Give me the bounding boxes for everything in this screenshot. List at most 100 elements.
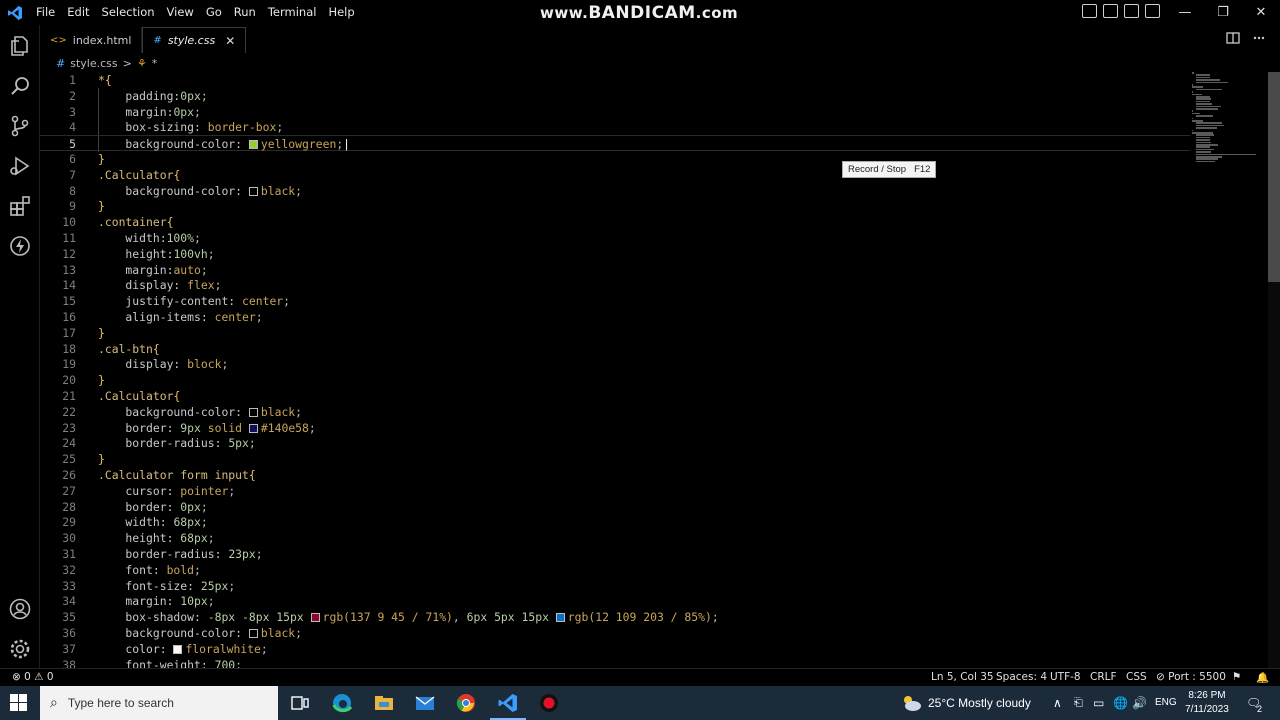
code-line[interactable]: 16 align-items: center; xyxy=(40,309,1190,325)
accounts-icon[interactable] xyxy=(8,597,32,621)
code-line[interactable]: 37 color: floralwhite; xyxy=(40,641,1190,657)
line-ending[interactable]: CRLF xyxy=(1090,671,1117,683)
code-line[interactable]: 25} xyxy=(40,451,1190,467)
code-line[interactable]: 8 background-color: black; xyxy=(40,183,1190,199)
language-indicator[interactable]: ENG xyxy=(1155,686,1177,720)
battery-icon[interactable]: ▭ xyxy=(1093,686,1104,720)
code-line[interactable]: 38 font-weight: 700; xyxy=(40,657,1190,668)
minimap[interactable] xyxy=(1192,72,1262,172)
menu-terminal[interactable]: Terminal xyxy=(262,0,323,25)
code-line[interactable]: 10 .container{ xyxy=(40,214,1190,230)
breadcrumb-symbol[interactable]: * xyxy=(152,57,158,70)
color-swatch[interactable] xyxy=(248,407,258,417)
code-line[interactable]: 13 margin:auto; xyxy=(40,262,1190,278)
code-line[interactable]: 14 display: flex; xyxy=(40,277,1190,293)
vscode-taskbar-icon[interactable] xyxy=(497,692,519,714)
weather-text[interactable]: 25°C Mostly cloudy xyxy=(928,686,1031,720)
problems-indicator[interactable]: ⊗ 0 ⚠ 0 xyxy=(12,671,54,683)
chrome-icon[interactable] xyxy=(455,692,477,714)
code-line[interactable]: 30 height: 68px; xyxy=(40,530,1190,546)
scrollbar-thumb[interactable] xyxy=(1268,72,1280,282)
code-line[interactable]: 2 padding:0px; xyxy=(40,88,1190,104)
task-view-icon[interactable] xyxy=(289,692,311,714)
code-line[interactable]: 15 justify-content: center; xyxy=(40,293,1190,309)
taskbar-search[interactable]: ⌕ Type here to search xyxy=(40,686,278,720)
file-explorer-icon[interactable] xyxy=(373,692,395,714)
minimize-button[interactable]: — xyxy=(1166,0,1204,25)
edge-browser-icon[interactable] xyxy=(331,692,353,714)
code-line[interactable]: 12 height:100vh; xyxy=(40,246,1190,262)
network-globe-icon[interactable]: 🌐 xyxy=(1113,686,1128,720)
code-line[interactable]: 18 .cal-btn{ xyxy=(40,341,1190,357)
code-line[interactable]: 22 background-color: black; xyxy=(40,404,1190,420)
thunder-client-icon[interactable] xyxy=(8,234,32,258)
code-line[interactable]: 36 background-color: black; xyxy=(40,625,1190,641)
mail-icon[interactable] xyxy=(414,692,436,714)
code-line[interactable]: 21 .Calculator{ xyxy=(40,388,1190,404)
split-editor-icon[interactable] xyxy=(1226,31,1240,45)
color-swatch[interactable] xyxy=(248,423,258,433)
code-line[interactable]: 5 background-color: yellowgreen;| xyxy=(40,135,1190,152)
language-mode[interactable]: CSS xyxy=(1126,671,1147,683)
notifications-bell-icon[interactable]: 🔔 xyxy=(1256,671,1269,684)
code-line[interactable]: 28 border: 0px; xyxy=(40,499,1190,515)
menu-go[interactable]: Go xyxy=(200,0,228,25)
meet-now-icon[interactable]: ⎗ xyxy=(1074,686,1083,720)
feedback-icon[interactable]: ⚑ xyxy=(1232,671,1241,683)
code-line[interactable]: 33 font-size: 25px; xyxy=(40,578,1190,594)
search-icon[interactable] xyxy=(8,74,32,98)
code-line[interactable]: 4 box-sizing: border-box; xyxy=(40,119,1190,135)
tab-index-html[interactable]: <> index.html xyxy=(40,27,143,53)
menu-file[interactable]: File xyxy=(30,0,61,25)
code-line[interactable]: 20} xyxy=(40,372,1190,388)
color-swatch[interactable] xyxy=(248,140,258,150)
bandicam-record-icon[interactable] xyxy=(538,692,560,714)
show-hidden-icons-chevron-icon[interactable]: ∧ xyxy=(1053,686,1062,720)
windows-start-icon[interactable] xyxy=(10,694,28,712)
code-line[interactable]: 1 *{ xyxy=(40,72,1190,88)
code-line[interactable]: 27 cursor: pointer; xyxy=(40,483,1190,499)
menu-help[interactable]: Help xyxy=(322,0,360,25)
code-line[interactable]: 9} xyxy=(40,198,1190,214)
close-window-button[interactable]: ✕ xyxy=(1242,0,1280,25)
code-line[interactable]: 31 border-radius: 23px; xyxy=(40,546,1190,562)
close-tab-icon[interactable]: ✕ xyxy=(225,34,235,48)
toggle-panel-icon[interactable] xyxy=(1103,4,1118,18)
code-editor[interactable]: 1 *{2 padding:0px; 3 margin:0px; 4 box-sizi… xyxy=(40,72,1268,668)
encoding[interactable]: UTF-8 xyxy=(1050,671,1081,683)
code-line[interactable]: 34 margin: 10px; xyxy=(40,593,1190,609)
code-line[interactable]: 29 width: 68px; xyxy=(40,514,1190,530)
color-swatch[interactable] xyxy=(248,186,258,196)
color-swatch[interactable] xyxy=(555,613,565,623)
run-debug-icon[interactable] xyxy=(8,154,32,178)
volume-speaker-icon[interactable]: 🔊 xyxy=(1132,686,1147,720)
code-line[interactable]: 6} xyxy=(40,151,1190,167)
code-line[interactable]: 24 border-radius: 5px; xyxy=(40,435,1190,451)
explorer-icon[interactable] xyxy=(8,34,32,58)
menu-view[interactable]: View xyxy=(161,0,200,25)
extensions-icon[interactable] xyxy=(8,194,32,218)
color-swatch[interactable] xyxy=(173,644,183,654)
color-swatch[interactable] xyxy=(310,613,320,623)
indentation[interactable]: Spaces: 4 xyxy=(996,671,1047,683)
system-clock[interactable]: 8:26 PM 7/11/2023 xyxy=(1178,689,1236,717)
source-control-icon[interactable] xyxy=(8,114,32,138)
menu-edit[interactable]: Edit xyxy=(61,0,95,25)
code-line[interactable]: 3 margin:0px; xyxy=(40,104,1190,120)
breadcrumb-file[interactable]: style.css xyxy=(70,57,117,70)
color-swatch[interactable] xyxy=(248,629,258,638)
code-line[interactable]: 23 border: 9px solid #140e58; xyxy=(40,420,1190,436)
manage-gear-icon[interactable] xyxy=(8,637,32,661)
code-line[interactable]: 17} xyxy=(40,325,1190,341)
code-line[interactable]: 7 .Calculator{ xyxy=(40,167,1190,183)
live-server-port[interactable]: ⊘ Port : 5500 xyxy=(1156,671,1226,683)
cursor-position[interactable]: Ln 5, Col 35 xyxy=(931,671,994,683)
code-line[interactable]: 19 display: block; xyxy=(40,356,1190,372)
toggle-secondary-sidebar-icon[interactable] xyxy=(1124,4,1139,18)
code-line[interactable]: 26 .Calculator form input{ xyxy=(40,467,1190,483)
maximize-button[interactable]: ❐ xyxy=(1204,0,1242,25)
weather-cloud-icon[interactable] xyxy=(900,693,922,713)
customize-layout-icon[interactable] xyxy=(1145,4,1160,18)
code-line[interactable]: 32 font: bold; xyxy=(40,562,1190,578)
menu-run[interactable]: Run xyxy=(228,0,262,25)
